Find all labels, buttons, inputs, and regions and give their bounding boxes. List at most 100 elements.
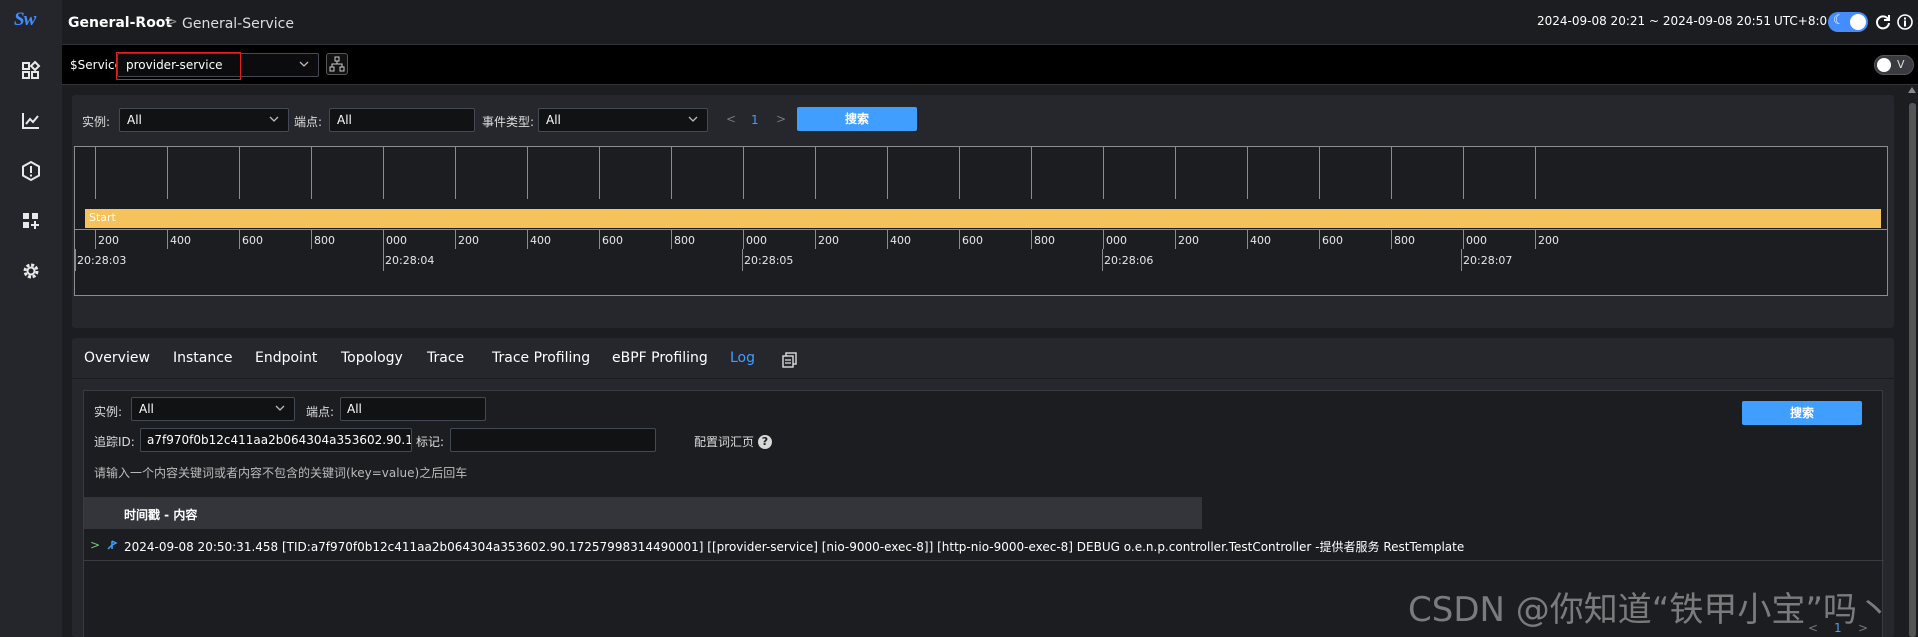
annotation-highlight-box	[116, 52, 241, 80]
chevron-down-icon	[688, 116, 698, 122]
tab-bar: Overview Instance Endpoint Topology Trac…	[72, 338, 1894, 379]
settings-icon[interactable]	[20, 260, 42, 282]
timeline-time-label: 20:28:05	[744, 254, 794, 267]
timeline-grid-line	[1319, 147, 1320, 199]
tab-overview[interactable]: Overview	[84, 350, 150, 366]
timeline-second-marker	[75, 249, 76, 271]
timeline-grid-line	[743, 229, 744, 249]
timeline-time-label: 20:28:06	[1104, 254, 1154, 267]
log-row[interactable]: > 2024-09-08 20:50:31.458 [TID:a7f970f0b…	[84, 529, 1884, 561]
tab-topology[interactable]: Topology	[341, 350, 403, 366]
timeline-bar-label: Start	[89, 211, 116, 224]
timeline-tick-label: 400	[1250, 234, 1271, 247]
copy-tab-icon[interactable]	[782, 352, 798, 368]
tab-trace-profiling[interactable]: Trace Profiling	[492, 350, 590, 366]
vocabulary-link[interactable]: 配置词汇页	[694, 433, 754, 450]
help-icon[interactable]: ?	[758, 435, 772, 449]
timeline-grid-line	[95, 229, 96, 249]
timeline-tick-label: 600	[602, 234, 623, 247]
timeline-grid-line	[815, 147, 816, 199]
tab-trace[interactable]: Trace	[427, 350, 464, 366]
scroll-up-icon[interactable]	[1908, 87, 1916, 93]
timeline-grid-line	[887, 147, 888, 199]
tag-input[interactable]	[450, 428, 656, 452]
trace-id-input[interactable]: a7f970f0b12c411aa2b064304a353602.90.1725…	[140, 428, 412, 452]
events-panel: 实例: All 端点: All 事件类型: All < 1 > 搜索 Start…	[72, 95, 1894, 328]
trace-id-label: 追踪ID:	[94, 435, 135, 449]
metrics-icon[interactable]	[20, 110, 42, 132]
chevron-down-icon	[269, 116, 279, 122]
skywalking-logo[interactable]: Sw	[14, 9, 36, 31]
timeline-grid-line	[743, 147, 744, 199]
breadcrumb-root[interactable]: General-Root	[68, 15, 172, 31]
log-endpoint-label: 端点:	[306, 405, 335, 419]
add-widget-icon[interactable]	[20, 210, 42, 232]
timeline-grid-line	[599, 147, 600, 199]
log-instance-select[interactable]: All	[131, 397, 295, 421]
timeline-time-label: 20:28:04	[385, 254, 435, 267]
timeline-grid-line	[1031, 147, 1032, 199]
dark-mode-toggle[interactable]: ☾	[1828, 12, 1868, 32]
events-search-button[interactable]: 搜索	[797, 107, 917, 131]
timeline-tick-label: 800	[674, 234, 695, 247]
trace-id-value: a7f970f0b12c411aa2b064304a353602.90.1725…	[147, 433, 411, 447]
endpoint-input[interactable]: All	[329, 108, 475, 132]
event-type-label: 事件类型:	[482, 115, 535, 129]
service-label: $Service	[70, 58, 122, 72]
timeline-tick-label: 400	[890, 234, 911, 247]
timeline-grid-line	[455, 229, 456, 249]
timeline-tick-label: 800	[314, 234, 335, 247]
log-search-button[interactable]: 搜索	[1742, 401, 1862, 425]
moon-icon: ☾	[1833, 13, 1845, 28]
keyword-hint: 请输入一个内容关键词或者内容不包含的关键词(key=value)之后回车	[94, 466, 468, 480]
timeline-tick-label: 800	[1034, 234, 1055, 247]
event-timeline[interactable]: Start 200 400 600 800 000 200 400 600 800 000 200 4…	[74, 146, 1888, 296]
log-endpoint-value: All	[347, 402, 362, 416]
timeline-tick-label: 400	[530, 234, 551, 247]
timeline-grid-line	[1463, 147, 1464, 199]
page-current[interactable]: 1	[751, 113, 759, 127]
log-endpoint-input[interactable]: All	[340, 397, 486, 421]
log-row-text: 2024-09-08 20:50:31.458 [TID:a7f970f0b12…	[124, 540, 1465, 554]
page-scrollbar[interactable]	[1906, 85, 1918, 637]
link-trace-icon[interactable]	[106, 539, 118, 551]
timestamp-content-header: 时间戳 - 内容	[124, 508, 198, 522]
timeline-grid-line	[527, 229, 528, 249]
topology-tree-button[interactable]	[326, 53, 348, 75]
expand-caret-icon[interactable]: >	[90, 538, 100, 552]
timeline-event-bar[interactable]: Start	[85, 209, 1881, 228]
timeline-grid-line	[1463, 229, 1464, 249]
instance-select-value: All	[127, 113, 142, 127]
timezone-label[interactable]: UTC+8:0	[1774, 14, 1827, 28]
time-range-picker[interactable]: 2024-09-08 20:21 ~ 2024-09-08 20:51	[1537, 14, 1771, 28]
event-type-select-value: All	[546, 113, 561, 127]
info-icon[interactable]	[1896, 13, 1914, 31]
tab-endpoint[interactable]: Endpoint	[255, 350, 317, 366]
timeline-grid-line	[1247, 147, 1248, 199]
tab-instance[interactable]: Instance	[173, 350, 233, 366]
tab-ebpf-profiling[interactable]: eBPF Profiling	[612, 350, 708, 366]
log-table-header: 时间戳 - 内容	[84, 497, 1202, 529]
watermark-text: CSDN @你知道“铁甲小宝”吗丶	[1408, 590, 1891, 630]
instance-select[interactable]: All	[119, 108, 289, 132]
timeline-time-label: 20:28:03	[77, 254, 127, 267]
event-type-select[interactable]: All	[538, 108, 708, 132]
dashboard-icon[interactable]	[20, 60, 42, 82]
service-selector-bar: $Service provider-service V	[62, 45, 1918, 85]
refresh-icon[interactable]	[1874, 13, 1892, 31]
timeline-grid-line	[311, 147, 312, 199]
page-prev-button[interactable]: <	[726, 112, 736, 126]
tab-log[interactable]: Log	[730, 350, 755, 366]
scrollbar-thumb[interactable]	[1909, 103, 1916, 637]
timeline-tick-label: 000	[1106, 234, 1127, 247]
timeline-grid-line	[383, 147, 384, 199]
alarm-icon[interactable]	[20, 160, 42, 182]
timeline-grid-line	[311, 229, 312, 249]
page-next-button[interactable]: >	[776, 112, 786, 126]
timeline-tick-label: 400	[170, 234, 191, 247]
timeline-grid-line	[1247, 229, 1248, 249]
timeline-tick-label: 600	[1322, 234, 1343, 247]
timeline-second-marker	[383, 249, 384, 271]
visualization-toggle[interactable]: V	[1874, 55, 1914, 75]
timeline-grid-line	[1391, 229, 1392, 249]
